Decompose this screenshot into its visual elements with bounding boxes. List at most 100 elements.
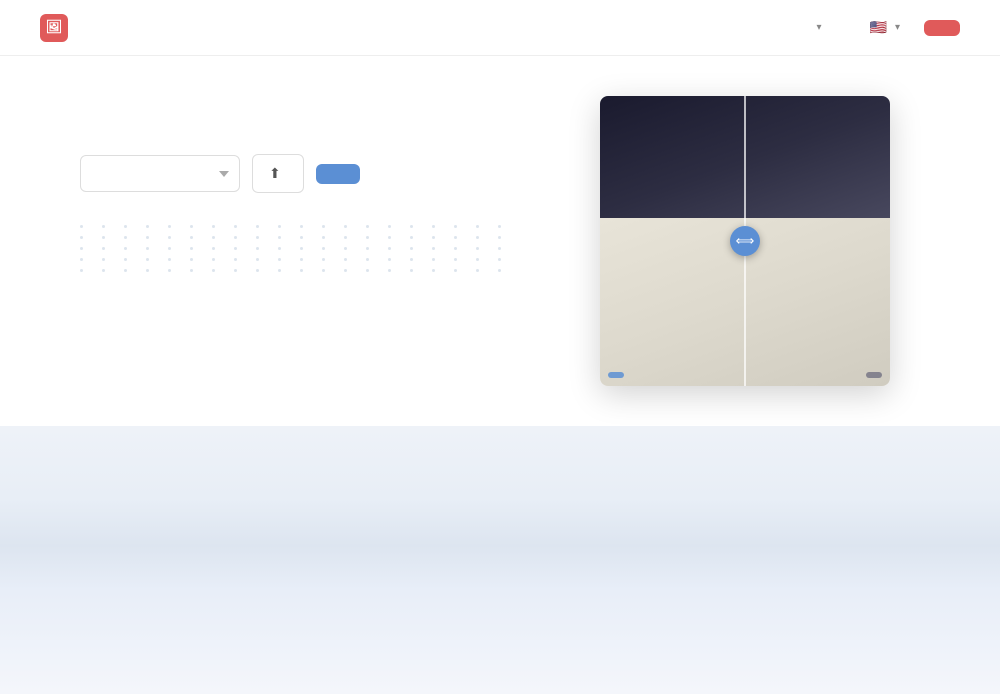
dot bbox=[366, 258, 369, 261]
nav-logo[interactable]: 🖼 bbox=[40, 14, 76, 42]
dot bbox=[454, 269, 457, 272]
dot bbox=[278, 247, 281, 250]
dot bbox=[498, 225, 501, 228]
dot bbox=[234, 225, 237, 228]
dot bbox=[102, 258, 105, 261]
dot bbox=[388, 236, 391, 239]
dot bbox=[80, 269, 83, 272]
dot bbox=[454, 247, 457, 250]
dot bbox=[256, 247, 259, 250]
lower-right bbox=[530, 606, 920, 654]
dot bbox=[278, 269, 281, 272]
nav-language[interactable]: 🇺🇸 ▾ bbox=[870, 20, 900, 36]
lower-left bbox=[80, 606, 470, 654]
dot bbox=[366, 225, 369, 228]
dot bbox=[124, 258, 127, 261]
dot bbox=[344, 269, 347, 272]
navbar: 🖼 ▾ 🇺🇸 ▾ bbox=[0, 0, 1000, 56]
dot bbox=[476, 247, 479, 250]
dot bbox=[190, 225, 193, 228]
dot bbox=[300, 269, 303, 272]
dot bbox=[234, 236, 237, 239]
dot bbox=[190, 247, 193, 250]
dot bbox=[168, 258, 171, 261]
dot bbox=[410, 247, 413, 250]
dot bbox=[322, 247, 325, 250]
dot bbox=[300, 236, 303, 239]
dot bbox=[454, 258, 457, 261]
dot bbox=[190, 269, 193, 272]
dot bbox=[234, 269, 237, 272]
dot bbox=[102, 236, 105, 239]
dot bbox=[212, 258, 215, 261]
language-select[interactable]: English Spanish French German Chinese bbox=[80, 155, 240, 192]
dot bbox=[300, 258, 303, 261]
dot bbox=[124, 247, 127, 250]
hero-left: English Spanish French German Chinese ⬆ … bbox=[80, 116, 560, 272]
dot bbox=[256, 258, 259, 261]
upload-icon: ⬆ bbox=[269, 165, 281, 182]
try-now-button[interactable] bbox=[924, 20, 960, 36]
dot bbox=[168, 225, 171, 228]
dot bbox=[190, 236, 193, 239]
dot bbox=[190, 258, 193, 261]
dot bbox=[410, 236, 413, 239]
dot bbox=[344, 225, 347, 228]
lower-section bbox=[0, 546, 1000, 694]
dot bbox=[146, 258, 149, 261]
dot bbox=[498, 236, 501, 239]
logo-icon: 🖼 bbox=[40, 14, 68, 42]
dot bbox=[344, 236, 347, 239]
dot bbox=[80, 236, 83, 239]
dot bbox=[124, 225, 127, 228]
translators-chevron-icon: ▾ bbox=[817, 22, 822, 33]
compare-handle[interactable]: ⟺ bbox=[730, 226, 760, 256]
dot bbox=[498, 269, 501, 272]
dot bbox=[278, 258, 281, 261]
dot bbox=[432, 247, 435, 250]
choose-file-button[interactable]: ⬆ bbox=[252, 154, 304, 193]
dot bbox=[498, 258, 501, 261]
dot bbox=[344, 258, 347, 261]
dot bbox=[454, 225, 457, 228]
dot bbox=[146, 236, 149, 239]
dot bbox=[410, 269, 413, 272]
dot bbox=[146, 269, 149, 272]
lower-right-text bbox=[530, 606, 920, 654]
dot bbox=[366, 269, 369, 272]
hero-section: English Spanish French German Chinese ⬆ … bbox=[0, 56, 1000, 426]
label-original bbox=[866, 372, 882, 378]
dot bbox=[278, 236, 281, 239]
dot bbox=[168, 236, 171, 239]
dot bbox=[102, 247, 105, 250]
dot bbox=[322, 258, 325, 261]
logo-picture-icon: 🖼 bbox=[46, 20, 63, 35]
dot bbox=[168, 269, 171, 272]
dot bbox=[256, 236, 259, 239]
translate-button[interactable] bbox=[316, 164, 360, 184]
nav-links: ▾ 🇺🇸 ▾ bbox=[813, 20, 961, 36]
dot bbox=[322, 225, 325, 228]
dot bbox=[366, 247, 369, 250]
dot bbox=[102, 269, 105, 272]
dot bbox=[410, 225, 413, 228]
dot bbox=[146, 247, 149, 250]
dot bbox=[476, 225, 479, 228]
dot bbox=[234, 258, 237, 261]
flag-icon: 🇺🇸 bbox=[870, 20, 887, 36]
dot bbox=[124, 236, 127, 239]
nav-translators[interactable]: ▾ bbox=[813, 22, 822, 33]
dot bbox=[388, 247, 391, 250]
dot bbox=[212, 247, 215, 250]
image-compare-widget: ⟺ bbox=[600, 96, 890, 386]
dot bbox=[322, 269, 325, 272]
dot bbox=[454, 236, 457, 239]
dot bbox=[366, 236, 369, 239]
dot bbox=[212, 225, 215, 228]
dot bbox=[388, 258, 391, 261]
dot bbox=[300, 225, 303, 228]
dot bbox=[212, 236, 215, 239]
dot bbox=[80, 225, 83, 228]
dot bbox=[476, 258, 479, 261]
lower-grid bbox=[80, 606, 920, 654]
